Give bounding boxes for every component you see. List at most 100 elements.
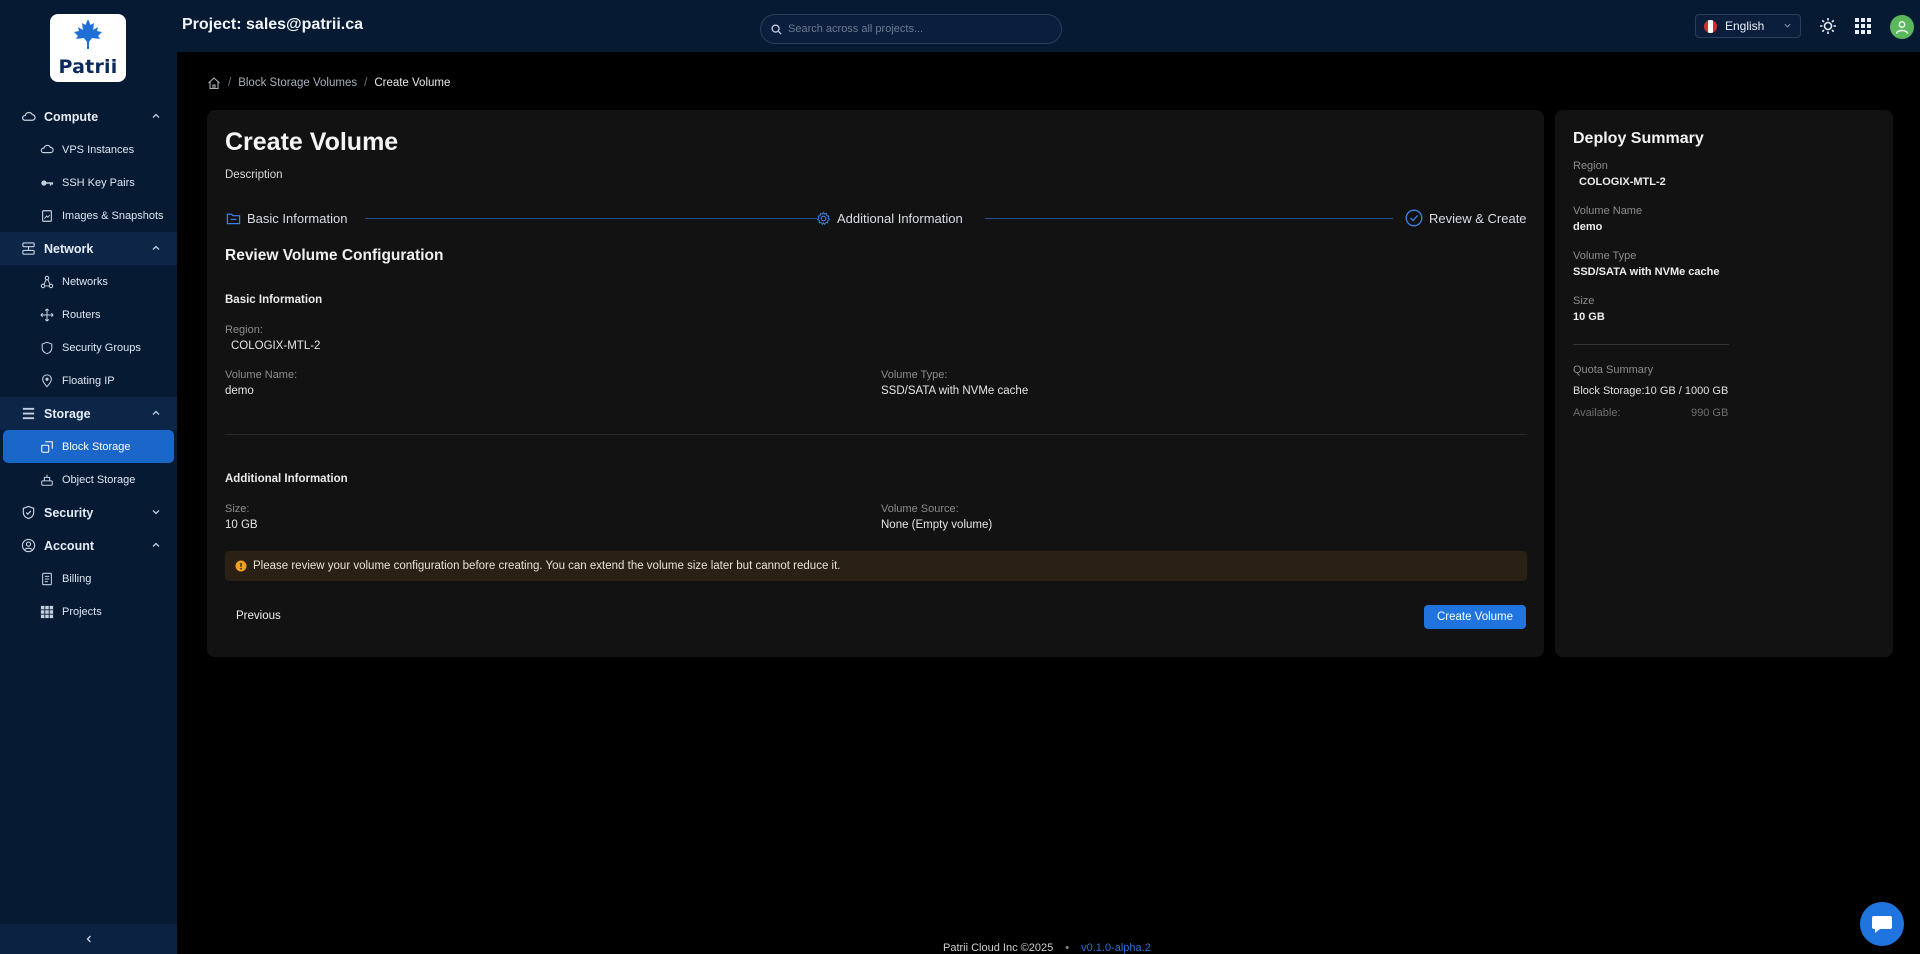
quota-available-value: 990 GB: [1691, 407, 1729, 419]
sidebar-item-object-storage[interactable]: Object Storage: [0, 463, 177, 496]
previous-button[interactable]: Previous: [225, 604, 292, 628]
page-description: Description: [225, 169, 283, 181]
sidebar: Patrii Compute VPS Instances SSH Key Pai…: [0, 0, 177, 954]
shield-check-icon: [20, 505, 36, 521]
create-volume-button[interactable]: Create Volume: [1424, 605, 1526, 629]
stepper: Basic Information Additional Information…: [225, 206, 1527, 230]
canada-flag-icon: [1704, 19, 1717, 33]
step-basic-information[interactable]: Basic Information: [225, 206, 347, 230]
chevron-up-icon: [152, 542, 160, 547]
network-icon: [20, 241, 36, 257]
key-icon: [40, 176, 54, 190]
warning-icon: [235, 560, 247, 572]
search-input[interactable]: [788, 23, 1048, 35]
sidebar-collapse-button[interactable]: [0, 924, 177, 954]
search-icon: [771, 23, 782, 35]
search-box[interactable]: [760, 14, 1062, 44]
theme-toggle-button[interactable]: [1818, 16, 1838, 36]
footer-separator: •: [1065, 942, 1070, 954]
sidebar-item-label: VPS Instances: [62, 143, 135, 156]
summary-size-value: 10 GB: [1573, 311, 1605, 323]
apps-menu-button[interactable]: [1853, 16, 1873, 36]
summary-region-label: Region: [1573, 160, 1608, 172]
sidebar-item-label: Projects: [62, 605, 102, 618]
region-label: Region:: [225, 324, 263, 336]
volume-name-label: Volume Name:: [225, 369, 298, 381]
project-title: Project: sales@patrii.ca: [182, 16, 364, 33]
alert-text: Please review your volume configuration …: [253, 560, 841, 572]
breadcrumb-link-block-storage[interactable]: Block Storage Volumes: [238, 77, 357, 89]
sidebar-item-networks[interactable]: Networks: [0, 265, 177, 298]
sidebar-item-images-snapshots[interactable]: Images & Snapshots: [0, 199, 177, 232]
chat-bubble-icon: [1872, 916, 1892, 933]
sidebar-item-projects[interactable]: Projects: [0, 595, 177, 628]
sidebar-item-routers[interactable]: Routers: [0, 298, 177, 331]
folder-icon: [225, 210, 241, 226]
breadcrumb: / Block Storage Volumes / Create Volume: [207, 76, 450, 90]
step-additional-information[interactable]: Additional Information: [815, 206, 963, 230]
user-circle-icon: [20, 538, 36, 554]
size-value: 10 GB: [225, 519, 258, 531]
step-label: Review & Create: [1429, 210, 1527, 226]
gear-icon: [815, 210, 831, 226]
sidebar-item-billing[interactable]: Billing: [0, 562, 177, 595]
sun-icon: [1820, 18, 1836, 34]
sidebar-item-security-groups[interactable]: Security Groups: [0, 331, 177, 364]
volume-type-value: SSD/SATA with NVMe cache: [881, 385, 1029, 397]
patrii-logo[interactable]: Patrii: [50, 14, 126, 82]
sidebar-item-label: SSH Key Pairs: [62, 176, 135, 189]
home-icon[interactable]: [207, 76, 221, 90]
summary-name-value: demo: [1573, 221, 1603, 233]
shield-icon: [40, 341, 54, 355]
step-review-create[interactable]: Review & Create: [1405, 206, 1527, 230]
sidebar-section-label: Network: [44, 241, 94, 256]
footer-version-link[interactable]: v0.1.0-alpha.2: [1081, 942, 1151, 954]
storage-icon: [20, 406, 36, 422]
volume-source-value: None (Empty volume): [881, 519, 993, 531]
summary-name-label: Volume Name: [1573, 205, 1643, 217]
volume-source-label: Volume Source:: [881, 503, 959, 515]
nodes-icon: [40, 275, 54, 289]
sidebar-nav: Compute VPS Instances SSH Key Pairs Imag…: [0, 100, 177, 628]
sidebar-item-vps-instances[interactable]: VPS Instances: [0, 133, 177, 166]
maple-leaf-icon: [74, 19, 102, 49]
sidebar-section-storage[interactable]: Storage: [0, 397, 177, 430]
sidebar-section-account[interactable]: Account: [0, 529, 177, 562]
summary-title: Deploy Summary: [1573, 130, 1704, 147]
sidebar-item-label: Billing: [62, 572, 92, 585]
footer-copyright: Patrii Cloud Inc ©2025: [943, 942, 1054, 954]
language-select[interactable]: English: [1695, 14, 1801, 38]
section-divider: [225, 434, 1527, 435]
sidebar-item-floating-ip[interactable]: Floating IP: [0, 364, 177, 397]
additional-information-title: Additional Information: [225, 473, 348, 485]
chevron-up-icon: [152, 410, 160, 415]
summary-divider: [1573, 344, 1729, 345]
breadcrumb-separator: /: [228, 77, 232, 89]
sidebar-section-security[interactable]: Security: [0, 496, 177, 529]
volume-name-value: demo: [225, 385, 254, 397]
sidebar-section-compute[interactable]: Compute: [0, 100, 177, 133]
image-icon: [40, 209, 54, 223]
summary-type-label: Volume Type: [1573, 250, 1637, 262]
breadcrumb-current: Create Volume: [374, 77, 451, 89]
user-icon: [1895, 21, 1909, 34]
user-avatar[interactable]: [1890, 15, 1914, 39]
receipt-icon: [40, 572, 54, 586]
review-warning-alert: Please review your volume configuration …: [225, 551, 1527, 581]
sidebar-item-label: Routers: [62, 308, 101, 321]
sidebar-item-label: Security Groups: [62, 341, 141, 354]
chat-button[interactable]: [1860, 902, 1904, 946]
create-volume-card: Create Volume Description Basic Informat…: [207, 110, 1544, 657]
sidebar-item-ssh-key-pairs[interactable]: SSH Key Pairs: [0, 166, 177, 199]
deploy-summary-card: Deploy Summary Region COLOGIX-MTL-2 Volu…: [1555, 110, 1893, 657]
language-label: English: [1725, 19, 1765, 33]
topbar: Project: sales@patrii.ca English: [177, 0, 1920, 52]
sidebar-section-label: Compute: [44, 109, 99, 124]
sidebar-item-label: Images & Snapshots: [62, 209, 164, 222]
step-label: Basic Information: [247, 210, 348, 226]
sidebar-item-label: Block Storage: [62, 440, 131, 453]
step-label: Additional Information: [837, 210, 963, 226]
sidebar-item-block-storage[interactable]: Block Storage: [3, 430, 174, 463]
sidebar-section-network[interactable]: Network: [0, 232, 177, 265]
quota-available-label: Available:: [1573, 407, 1621, 419]
